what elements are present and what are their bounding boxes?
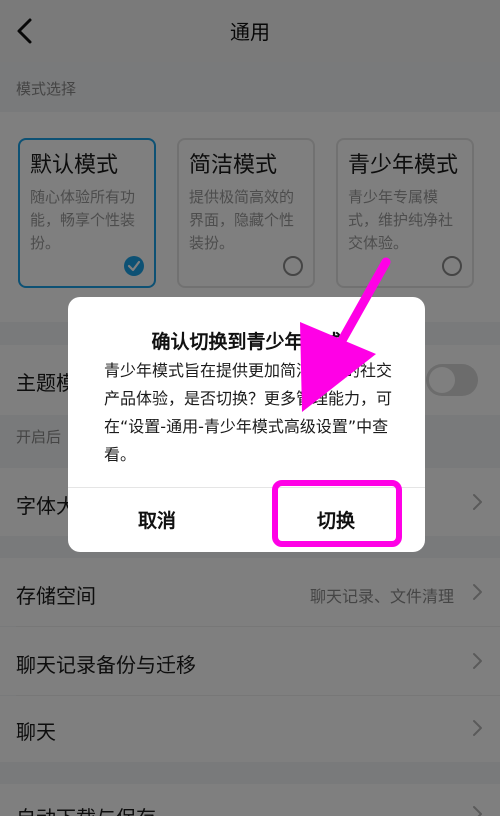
dialog-title: 确认切换到青少年模式 [151, 331, 342, 353]
dialog-body: 青少年模式旨在提供更加简洁清净的社交产品体验，是否切换？更多管理能力，可在“设置… [104, 361, 393, 464]
cancel-button[interactable]: 取消 [68, 497, 246, 545]
annotation-highlight-box [272, 480, 402, 547]
settings-general-screen: 通用 模式选择 默认模式 随心体验所有功能，畅享个性装扮。 简洁模式 提供极简高… [0, 0, 500, 816]
